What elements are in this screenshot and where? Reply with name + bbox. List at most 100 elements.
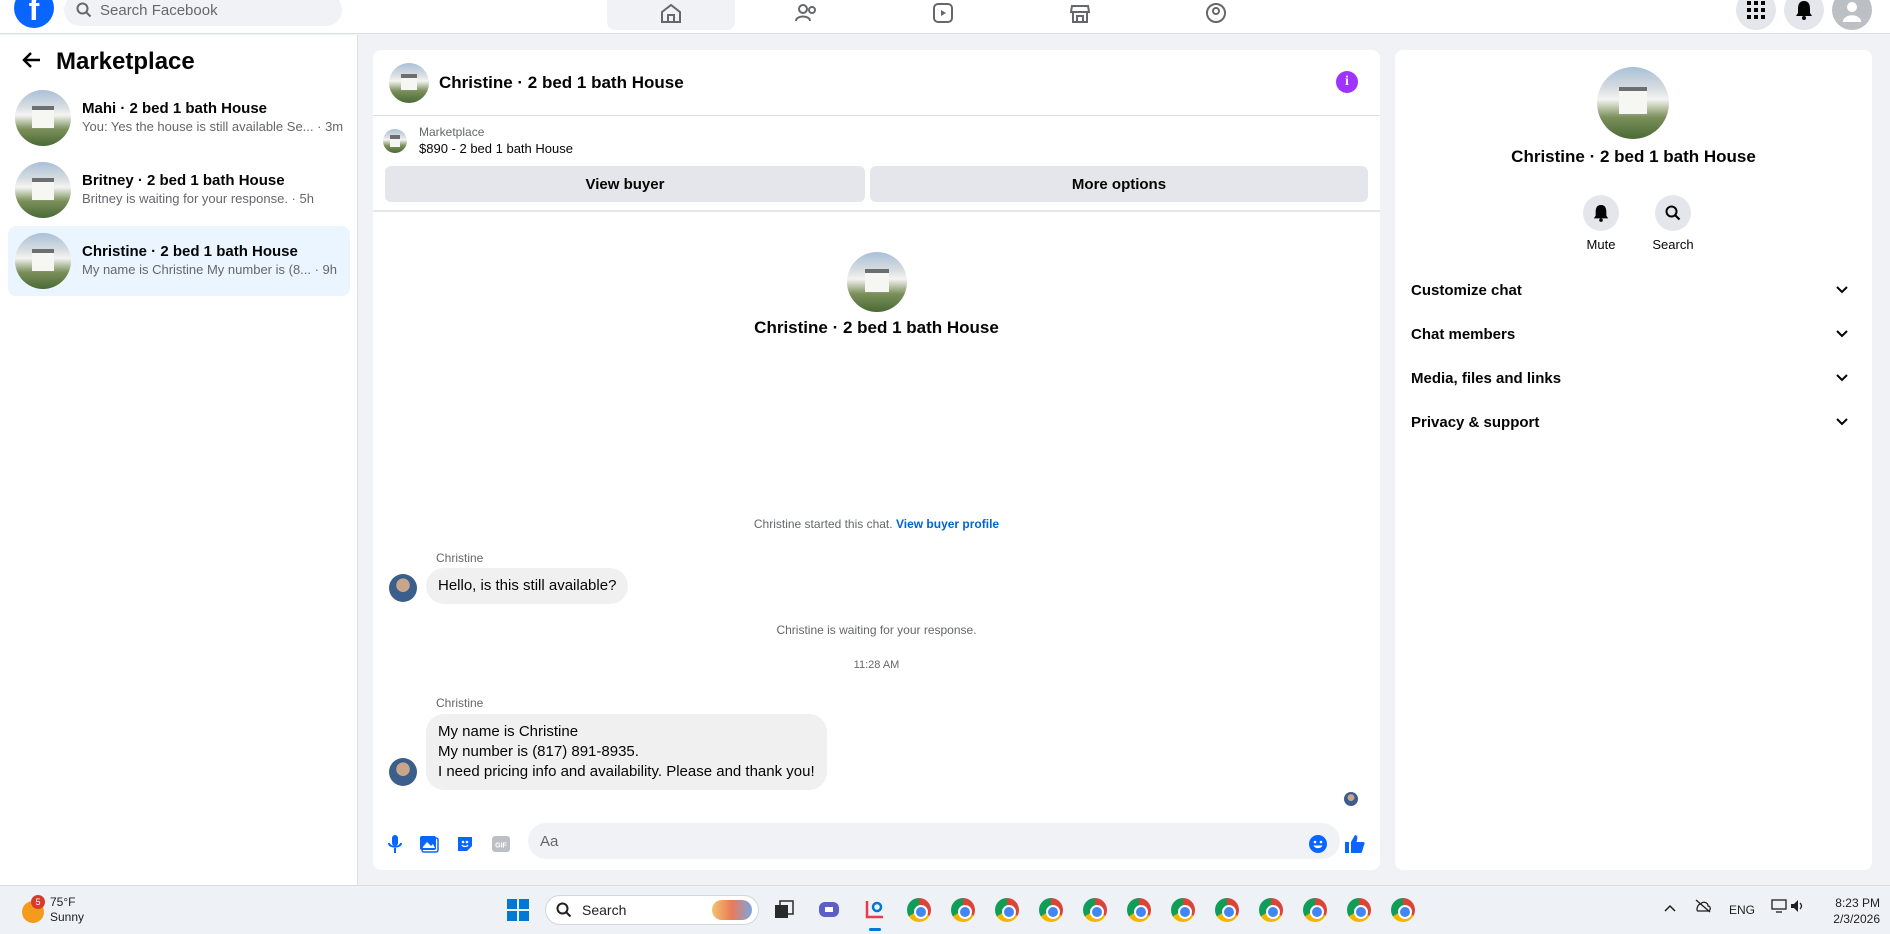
voice-clip-button[interactable]: [385, 829, 405, 859]
view-buyer-button[interactable]: View buyer: [385, 166, 865, 202]
nav-friends-tab[interactable]: [743, 0, 871, 30]
chrome-icon: [1303, 898, 1327, 922]
weather-description: Sunny: [50, 910, 85, 924]
windows-taskbar: [0, 885, 1890, 934]
nav-video-tab[interactable]: [879, 0, 1007, 30]
mute-button[interactable]: Mute: [1571, 195, 1631, 252]
message-input[interactable]: Aa: [528, 823, 1340, 859]
photo-icon: [420, 836, 439, 853]
message-line: My name is Christine: [438, 723, 579, 740]
network-volume-status[interactable]: [1771, 899, 1806, 916]
divider: [373, 210, 1380, 212]
chrome-profile-taskbar-button[interactable]: [1170, 897, 1196, 923]
weather-temperature: 75°F: [50, 895, 76, 909]
chrome-icon: [1083, 898, 1107, 922]
sidebar-header: Marketplace: [22, 48, 195, 76]
conversation-item[interactable]: Britney · 2 bed 1 bath House Britney is …: [8, 155, 350, 225]
chat-info-panel: Christine · 2 bed 1 bath House Mute Sear…: [1395, 50, 1872, 870]
show-hidden-icons-button[interactable]: [1664, 901, 1676, 915]
message-line: I need pricing info and availability. Pl…: [438, 763, 815, 780]
chrome-profile-taskbar-button[interactable]: [950, 897, 976, 923]
weather-text[interactable]: 75°F Sunny: [50, 895, 84, 925]
listing-thumbnail: [383, 128, 407, 153]
facebook-logo[interactable]: f: [14, 0, 54, 28]
chrome-profile-taskbar-button[interactable]: [1214, 897, 1240, 923]
listing-thumbnail: [15, 233, 71, 289]
conversation-preview: You: Yes the house is still available Se…: [82, 119, 344, 134]
windows-logo-icon: [507, 899, 529, 921]
back-arrow-icon[interactable]: [22, 48, 42, 76]
cloud-off-icon: [1695, 899, 1711, 913]
nav-marketplace-tab[interactable]: [1016, 0, 1144, 30]
chrome-icon: [1171, 898, 1195, 922]
chrome-profile-taskbar-button[interactable]: [1346, 897, 1372, 923]
taskbar-search-label: Search: [582, 902, 627, 918]
system-clock[interactable]: 8:23 PM 2/3/2026: [1822, 895, 1880, 927]
chrome-profile-taskbar-button[interactable]: [1390, 897, 1416, 923]
search-icon: [556, 902, 572, 918]
chrome-icon: [1215, 898, 1239, 922]
input-language[interactable]: ENG: [1729, 903, 1755, 917]
message-line: Hello, is this still available?: [438, 577, 617, 594]
conversation-item[interactable]: Mahi · 2 bed 1 bath House You: Yes the h…: [8, 83, 350, 153]
sticker-button[interactable]: [455, 829, 475, 859]
weather-widget[interactable]: 5: [18, 895, 46, 923]
start-button[interactable]: [505, 897, 531, 923]
message-bubble[interactable]: Hello, is this still available?: [426, 568, 629, 604]
snipping-tool-button[interactable]: [861, 897, 887, 923]
chrome-taskbar-button[interactable]: [906, 897, 932, 923]
chevron-up-icon: [1664, 904, 1676, 912]
nav-groups-tab[interactable]: [1152, 0, 1280, 30]
cloud-sync-status[interactable]: [1694, 899, 1712, 916]
chat-header-avatar[interactable]: [389, 62, 429, 103]
chat-header-title[interactable]: Christine · 2 bed 1 bath House: [439, 73, 684, 93]
search-facebook-input[interactable]: Search Facebook: [64, 0, 342, 26]
section-label: Privacy & support: [1411, 413, 1540, 431]
chrome-profile-taskbar-button[interactable]: [1126, 897, 1152, 923]
chat-started-text: Christine started this chat.: [753, 517, 893, 531]
listing-price-title[interactable]: $890 - 2 bed 1 bath House: [419, 140, 573, 157]
sender-avatar[interactable]: [389, 758, 417, 786]
nav-home-tab[interactable]: [607, 0, 735, 30]
chevron-down-icon: [1836, 374, 1848, 382]
chrome-profile-taskbar-button[interactable]: [1038, 897, 1064, 923]
taskbar-search[interactable]: Search: [545, 895, 759, 925]
privacy-support-section[interactable]: Privacy & support: [1411, 402, 1856, 442]
chrome-profile-taskbar-button[interactable]: [994, 897, 1020, 923]
chrome-profile-taskbar-button[interactable]: [1302, 897, 1328, 923]
groups-icon: [1206, 3, 1226, 23]
account-avatar-button[interactable]: [1832, 0, 1872, 30]
view-buyer-profile-link[interactable]: View buyer profile: [896, 517, 999, 531]
message-bubble[interactable]: My name is Christine My number is (817) …: [426, 714, 827, 790]
task-view-icon: [775, 900, 794, 918]
attach-photo-button[interactable]: [419, 829, 439, 859]
chrome-profile-taskbar-button[interactable]: [1082, 897, 1108, 923]
emoji-button[interactable]: [1308, 829, 1328, 859]
emoji-icon: [1309, 835, 1327, 853]
chat-center-title: Christine · 2 bed 1 bath House: [754, 318, 999, 337]
chrome-icon: [1347, 898, 1371, 922]
menu-button[interactable]: [1736, 0, 1776, 30]
sender-avatar[interactable]: [389, 574, 417, 602]
task-view-button[interactable]: [771, 897, 797, 923]
search-conversation-button[interactable]: Search: [1643, 195, 1703, 252]
notifications-button[interactable]: [1784, 0, 1824, 30]
teams-chat-button[interactable]: [816, 897, 842, 923]
info-icon[interactable]: i: [1336, 71, 1358, 93]
info-panel-title: Christine · 2 bed 1 bath House: [1511, 147, 1756, 166]
like-button[interactable]: [1344, 829, 1366, 859]
marketplace-label: Marketplace: [419, 125, 485, 139]
listing-thumbnail: [15, 90, 71, 146]
thumbs-up-icon: [1345, 835, 1365, 853]
customize-chat-section[interactable]: Customize chat: [1411, 270, 1856, 310]
info-panel-avatar: [1597, 67, 1669, 139]
marketplace-listing-bar: Marketplace $890 - 2 bed 1 bath House: [383, 124, 573, 157]
chat-members-section[interactable]: Chat members: [1411, 314, 1856, 354]
chrome-profile-taskbar-button[interactable]: [1258, 897, 1284, 923]
conversation-item-selected[interactable]: Christine · 2 bed 1 bath House My name i…: [8, 226, 350, 296]
chrome-icon: [907, 898, 931, 922]
media-files-links-section[interactable]: Media, files and links: [1411, 358, 1856, 398]
gif-button[interactable]: GIF: [491, 829, 511, 859]
more-options-button[interactable]: More options: [870, 166, 1368, 202]
snipping-tool-icon: [865, 901, 883, 919]
